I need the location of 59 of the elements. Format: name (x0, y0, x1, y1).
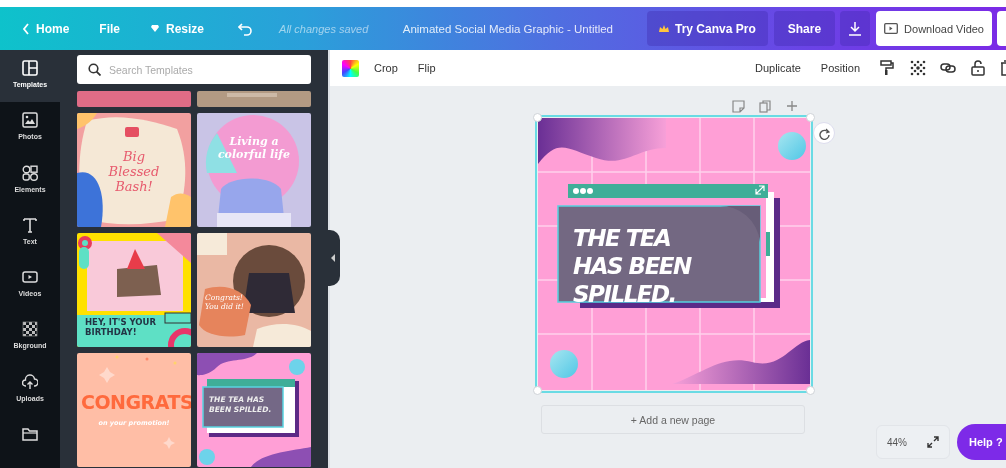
toolbar-button[interactable]: Crop (374, 58, 398, 78)
template-text: HEY, IT'S YOUR BIRTHDAY! (85, 317, 158, 337)
copy-icon (759, 100, 772, 113)
paint-roller-icon (880, 60, 896, 76)
fullscreen-button[interactable] (927, 436, 939, 448)
lock-button[interactable] (970, 60, 986, 76)
text-icon (22, 216, 38, 233)
cloud-upload-icon (22, 373, 38, 390)
link-icon (940, 60, 956, 76)
resize-handle[interactable] (806, 386, 815, 395)
help-button[interactable]: Help ? (957, 424, 1006, 460)
lock-icon (970, 60, 986, 76)
image-icon (22, 112, 38, 129)
link-button[interactable] (940, 60, 956, 76)
video-icon (22, 269, 38, 285)
resize-handle[interactable] (806, 113, 815, 122)
resize-handle[interactable] (533, 386, 542, 395)
download-icon (849, 21, 862, 36)
trash-icon (1000, 60, 1006, 76)
video-icon (884, 23, 899, 34)
transparency-button[interactable] (910, 60, 926, 76)
try-pro-button[interactable]: Try Canva Pro (647, 11, 768, 46)
note-icon (732, 100, 745, 113)
expand-icon (927, 436, 939, 448)
document-title[interactable]: Animated Social Media Graphic - Untitled (402, 22, 613, 35)
crown-icon (659, 24, 669, 33)
transparency-icon (910, 60, 926, 76)
color-swatch[interactable] (342, 59, 359, 77)
note-page-button[interactable] (732, 100, 745, 113)
shapes-icon (22, 164, 38, 181)
download-button[interactable] (840, 11, 871, 46)
caret-left-icon (331, 254, 335, 262)
toolbar-button[interactable]: Duplicate (755, 58, 801, 78)
chevron-left-icon (22, 22, 30, 35)
resize-handle[interactable] (533, 113, 542, 122)
rotate-icon (817, 126, 831, 140)
plus-icon (786, 100, 799, 113)
design-artwork[interactable] (535, 115, 813, 393)
sidebar-item[interactable] (0, 415, 60, 468)
templates-icon (22, 60, 38, 76)
rotate-button[interactable] (813, 122, 835, 144)
undo-icon (238, 21, 254, 36)
folder-icon (22, 425, 38, 442)
add-page-button[interactable]: + Add a new page (541, 405, 805, 434)
search-icon (88, 63, 101, 76)
design-headline[interactable]: THE TEA HAS BEEN SPILLED. (573, 224, 723, 308)
toolbar-button[interactable]: Flip (417, 58, 436, 78)
template-text: Big Blessed Bash! (107, 149, 161, 194)
save-status: All changes saved (279, 22, 369, 35)
download-video-button[interactable]: Download Video (876, 11, 992, 46)
search-field[interactable]: Search Templates (77, 55, 311, 84)
paint-roller-button[interactable] (880, 60, 896, 76)
share-button[interactable]: Share (773, 11, 836, 46)
panel-collapse-handle[interactable] (326, 230, 340, 286)
trash-button[interactable] (1000, 60, 1006, 76)
toolbar-button[interactable]: Position (820, 58, 860, 78)
zoom-level[interactable]: 44% (887, 436, 907, 448)
checkerboard-icon (22, 321, 38, 338)
gem-icon (150, 24, 160, 33)
